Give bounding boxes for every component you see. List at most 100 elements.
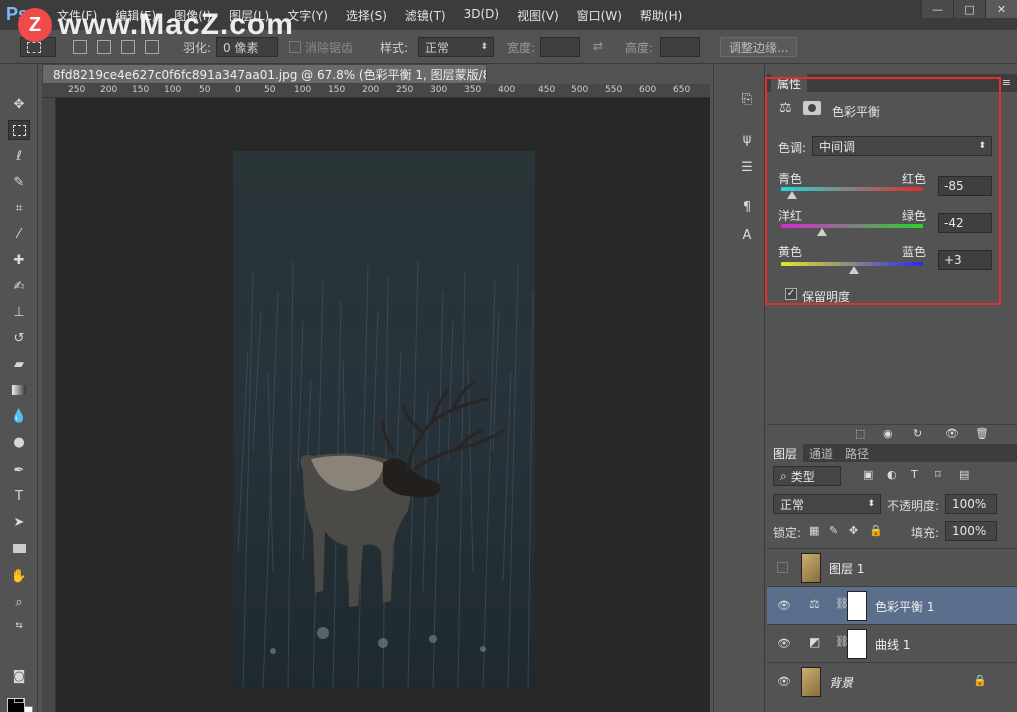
hand-tool-icon[interactable]: ✋: [8, 566, 30, 586]
zoom-tool-icon[interactable]: ⌕: [8, 592, 30, 612]
add-selection-icon[interactable]: [97, 40, 111, 54]
clone-stamp-tool-icon[interactable]: ⊥: [8, 302, 30, 322]
lasso-tool-icon[interactable]: ℓ: [8, 146, 30, 166]
tab-paths[interactable]: 路径: [839, 444, 875, 462]
slider-magenta-label: 洋红: [778, 209, 803, 223]
tab-properties[interactable]: 属性: [771, 74, 808, 92]
ruler-tick: 100: [164, 85, 182, 95]
cyan-red-slider-thumb[interactable]: [786, 191, 797, 199]
panel-menu-icon[interactable]: ≡: [1002, 76, 1011, 89]
paragraph-panel-icon[interactable]: ¶: [736, 196, 758, 218]
layer-row[interactable]: 👁 ⚖ ⛓ 色彩平衡 1: [767, 586, 1017, 624]
width-input[interactable]: [540, 37, 580, 57]
swap-colors-icon[interactable]: ⇆: [8, 616, 30, 636]
visibility-toggle[interactable]: [777, 562, 788, 573]
opacity-input[interactable]: 100%: [945, 494, 997, 514]
close-button[interactable]: ✕: [985, 0, 1017, 18]
yellow-blue-value[interactable]: +3: [938, 250, 992, 270]
trash-icon[interactable]: 🗑: [975, 427, 989, 440]
lock-position-icon[interactable]: ✥: [849, 524, 858, 537]
adjustments-panel-icon[interactable]: ☰: [736, 156, 758, 178]
slider-blue-label: 蓝色: [902, 245, 927, 259]
tab-channels[interactable]: 通道: [803, 444, 839, 462]
filter-smart-icon[interactable]: ▤: [959, 468, 969, 481]
eye-icon[interactable]: 👁: [777, 675, 791, 688]
healing-brush-tool-icon[interactable]: ✚: [8, 250, 30, 270]
history-brush-tool-icon[interactable]: ↺: [8, 328, 30, 348]
preserve-luminosity-checkbox[interactable]: ✓: [785, 288, 797, 300]
dodge-tool-icon[interactable]: ●: [8, 432, 30, 452]
tab-layers[interactable]: 图层: [767, 444, 804, 462]
filter-adjustment-icon[interactable]: ◐: [887, 468, 897, 481]
history-panel-icon[interactable]: ⎘: [736, 88, 758, 110]
blur-tool-icon[interactable]: 💧: [8, 406, 30, 426]
screen-mode-icon[interactable]: ▭: [8, 690, 30, 710]
menu-window[interactable]: 窗口(W): [568, 7, 631, 24]
antialias-checkbox[interactable]: [289, 41, 301, 53]
lock-all-icon[interactable]: 🔒: [869, 524, 883, 537]
lock-image-icon[interactable]: ✎: [829, 524, 838, 537]
type-tool-icon[interactable]: T: [8, 486, 30, 506]
rectangle-tool-icon[interactable]: [8, 538, 30, 558]
gradient-tool-icon[interactable]: [8, 380, 30, 400]
ruler-tick: 100: [294, 85, 312, 95]
visibility-icon[interactable]: 👁: [945, 427, 959, 440]
document-tab[interactable]: 8fd8219ce4e627c0f6fc891a347aa01.jpg @ 67…: [42, 64, 487, 84]
eye-icon[interactable]: 👁: [777, 599, 791, 612]
brush-tool-icon[interactable]: ✍: [8, 276, 30, 296]
fill-input[interactable]: 100%: [945, 521, 997, 541]
layer-row[interactable]: 图层 1: [767, 548, 1017, 586]
new-selection-icon[interactable]: [73, 40, 87, 54]
vertical-ruler: [42, 98, 56, 712]
magenta-green-slider-track[interactable]: [781, 224, 923, 228]
filter-type-icon[interactable]: T: [911, 468, 918, 481]
quick-mask-icon[interactable]: ◙: [8, 666, 30, 686]
layer-row[interactable]: 👁 ◩ ⛓ 曲线 1: [767, 624, 1017, 662]
filter-pixel-icon[interactable]: ▣: [863, 468, 873, 481]
view-previous-icon[interactable]: ◉: [883, 427, 893, 440]
lock-transparent-icon[interactable]: ▦: [809, 524, 819, 537]
layer-mask-thumbnail[interactable]: [847, 591, 867, 621]
menu-filter[interactable]: 滤镜(T): [396, 7, 455, 24]
swap-icon[interactable]: ⇄: [593, 39, 603, 53]
subtract-selection-icon[interactable]: [121, 40, 135, 54]
brush-panel-icon[interactable]: ψ: [736, 128, 758, 150]
layer-row[interactable]: 👁 背景 🔒: [767, 662, 1017, 700]
pen-tool-icon[interactable]: ✒: [8, 460, 30, 480]
tone-select[interactable]: 中间调 ⬍: [812, 136, 992, 156]
crop-tool-icon[interactable]: ⌗: [8, 198, 30, 218]
menu-select[interactable]: 选择(S): [337, 7, 396, 24]
menu-3d[interactable]: 3D(D): [455, 7, 508, 24]
reset-icon[interactable]: ↻: [913, 427, 922, 440]
menu-view[interactable]: 视图(V): [508, 7, 568, 24]
layer-mask-thumbnail[interactable]: [847, 629, 867, 659]
magenta-green-slider-thumb[interactable]: [817, 228, 828, 236]
color-balance-icon: ⚖: [779, 100, 792, 116]
eraser-tool-icon[interactable]: ▰: [8, 354, 30, 374]
quick-select-tool-icon[interactable]: ✎: [8, 172, 30, 192]
filter-shape-icon[interactable]: ⌑: [935, 468, 941, 481]
marquee-tool-icon[interactable]: [8, 120, 30, 140]
yellow-blue-slider-thumb[interactable]: [849, 266, 860, 274]
document-image[interactable]: [233, 151, 535, 688]
refine-edge-button[interactable]: 调整边缘...: [720, 37, 798, 57]
eyedropper-tool-icon[interactable]: ⁄: [8, 224, 30, 244]
cyan-red-slider-track[interactable]: [781, 187, 923, 191]
path-select-tool-icon[interactable]: ➤: [8, 512, 30, 532]
minimize-button[interactable]: —: [921, 0, 953, 18]
layer-filter-select[interactable]: ⌕ 类型: [773, 466, 841, 486]
ruler-tick: 250: [68, 85, 86, 95]
magenta-green-value[interactable]: -42: [938, 213, 992, 233]
eye-icon[interactable]: 👁: [777, 637, 791, 650]
menu-help[interactable]: 帮助(H): [631, 7, 691, 24]
cyan-red-value[interactable]: -85: [938, 176, 992, 196]
intersect-selection-icon[interactable]: [145, 40, 159, 54]
blend-mode-select[interactable]: 正常 ⬍: [773, 494, 881, 514]
style-select[interactable]: 正常 ⬍: [418, 37, 494, 57]
clip-to-layer-icon[interactable]: ⬚: [855, 427, 865, 440]
layer-mask-icon[interactable]: [803, 101, 821, 115]
maximize-button[interactable]: □: [953, 0, 985, 18]
character-panel-icon[interactable]: A: [736, 224, 758, 246]
move-tool-icon[interactable]: ✥: [8, 94, 30, 114]
height-input[interactable]: [660, 37, 700, 57]
